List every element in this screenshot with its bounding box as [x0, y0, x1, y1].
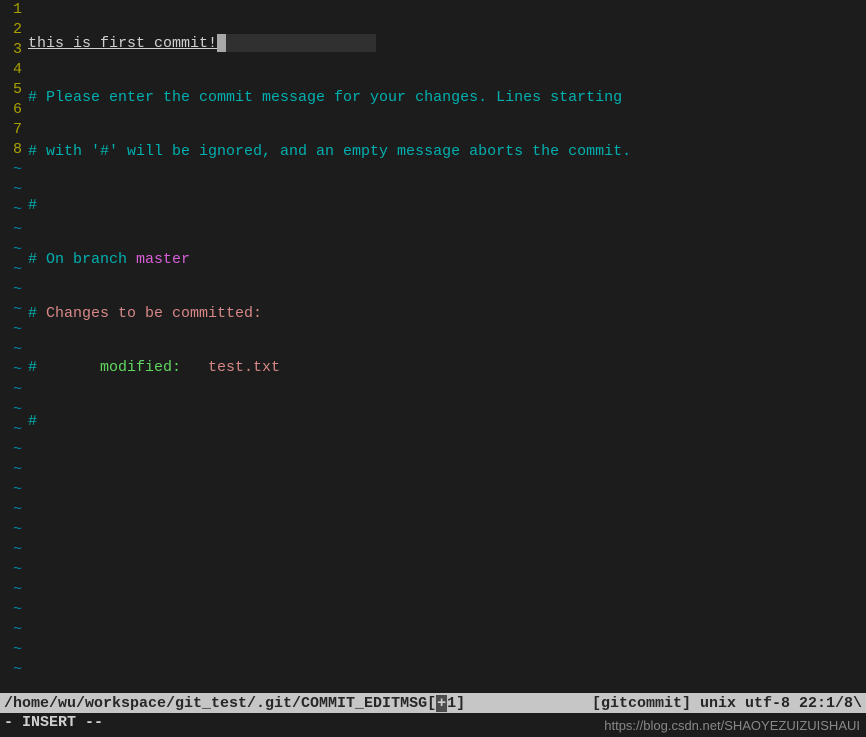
- line-number: 5: [0, 80, 22, 100]
- code-line[interactable]: # Please enter the commit message for yo…: [28, 88, 866, 108]
- tilde-marker: ~: [0, 480, 22, 500]
- code-line[interactable]: #: [28, 412, 866, 432]
- editor-content[interactable]: this is first commit! # Please enter the…: [28, 0, 866, 689]
- tilde-marker: ~: [0, 500, 22, 520]
- tilde-marker: ~: [0, 520, 22, 540]
- branch-name: master: [136, 251, 190, 268]
- tilde-marker: ~: [0, 160, 22, 180]
- tilde-marker: ~: [0, 340, 22, 360]
- tilde-marker: ~: [0, 380, 22, 400]
- tilde-marker: ~: [0, 540, 22, 560]
- tilde-marker: ~: [0, 220, 22, 240]
- tilde-marker: ~: [0, 360, 22, 380]
- modified-indicator: +: [436, 695, 447, 712]
- tilde-marker: ~: [0, 640, 22, 660]
- tilde-marker: ~: [0, 240, 22, 260]
- tilde-marker: ~: [0, 440, 22, 460]
- tilde-marker: ~: [0, 460, 22, 480]
- tilde-marker: ~: [0, 180, 22, 200]
- status-filepath: /home/wu/workspace/git_test/.git/COMMIT_…: [4, 695, 592, 712]
- tilde-marker: ~: [0, 560, 22, 580]
- tilde-marker: ~: [0, 620, 22, 640]
- line-number: 2: [0, 20, 22, 40]
- editor-area[interactable]: 1 2 3 4 5 6 7 8 ~ ~ ~ ~ ~ ~ ~ ~ ~ ~ ~ ~ …: [0, 0, 866, 689]
- tilde-marker: ~: [0, 660, 22, 680]
- line-number: 1: [0, 0, 22, 20]
- tilde-marker: ~: [0, 260, 22, 280]
- line-number: 8: [0, 140, 22, 160]
- tilde-marker: ~: [0, 320, 22, 340]
- tilde-marker: ~: [0, 280, 22, 300]
- line-number: 6: [0, 100, 22, 120]
- tilde-marker: ~: [0, 600, 22, 620]
- code-line[interactable]: # modified: test.txt: [28, 358, 866, 378]
- modified-file: test.txt: [208, 359, 280, 376]
- tilde-marker: ~: [0, 200, 22, 220]
- tilde-marker: ~: [0, 420, 22, 440]
- status-info: [gitcommit] unix utf-8 22:1/8\: [592, 695, 862, 712]
- tilde-marker: ~: [0, 580, 22, 600]
- code-line[interactable]: #: [28, 196, 866, 216]
- status-path-text: /home/wu/workspace/git_test/.git/COMMIT_…: [4, 695, 436, 712]
- tilde-marker: ~: [0, 300, 22, 320]
- status-bar: /home/wu/workspace/git_test/.git/COMMIT_…: [0, 693, 866, 713]
- comment-prefix: #: [28, 359, 100, 376]
- trailing-highlight: [226, 34, 376, 52]
- line-number: 7: [0, 120, 22, 140]
- line-number: 4: [0, 60, 22, 80]
- commit-message-text: this is first commit!: [28, 35, 217, 52]
- line-number: 3: [0, 40, 22, 60]
- code-line[interactable]: # On branch master: [28, 250, 866, 270]
- comment-prefix: # On branch: [28, 251, 136, 268]
- tilde-marker: ~: [0, 400, 22, 420]
- vim-mode-indicator: - INSERT --: [4, 713, 103, 733]
- comment-prefix: #: [28, 305, 46, 322]
- text-cursor: [217, 34, 226, 52]
- status-path-suffix: 1]: [447, 695, 465, 712]
- modified-label: modified:: [100, 359, 208, 376]
- code-line[interactable]: # with '#' will be ignored, and an empty…: [28, 142, 866, 162]
- watermark-text: https://blog.csdn.net/SHAOYEZUIZUISHAUI: [604, 718, 860, 733]
- changes-header: Changes to be committed:: [46, 305, 262, 322]
- line-number-gutter: 1 2 3 4 5 6 7 8 ~ ~ ~ ~ ~ ~ ~ ~ ~ ~ ~ ~ …: [0, 0, 28, 689]
- code-line[interactable]: # Changes to be committed:: [28, 304, 866, 324]
- code-line[interactable]: this is first commit!: [28, 34, 866, 54]
